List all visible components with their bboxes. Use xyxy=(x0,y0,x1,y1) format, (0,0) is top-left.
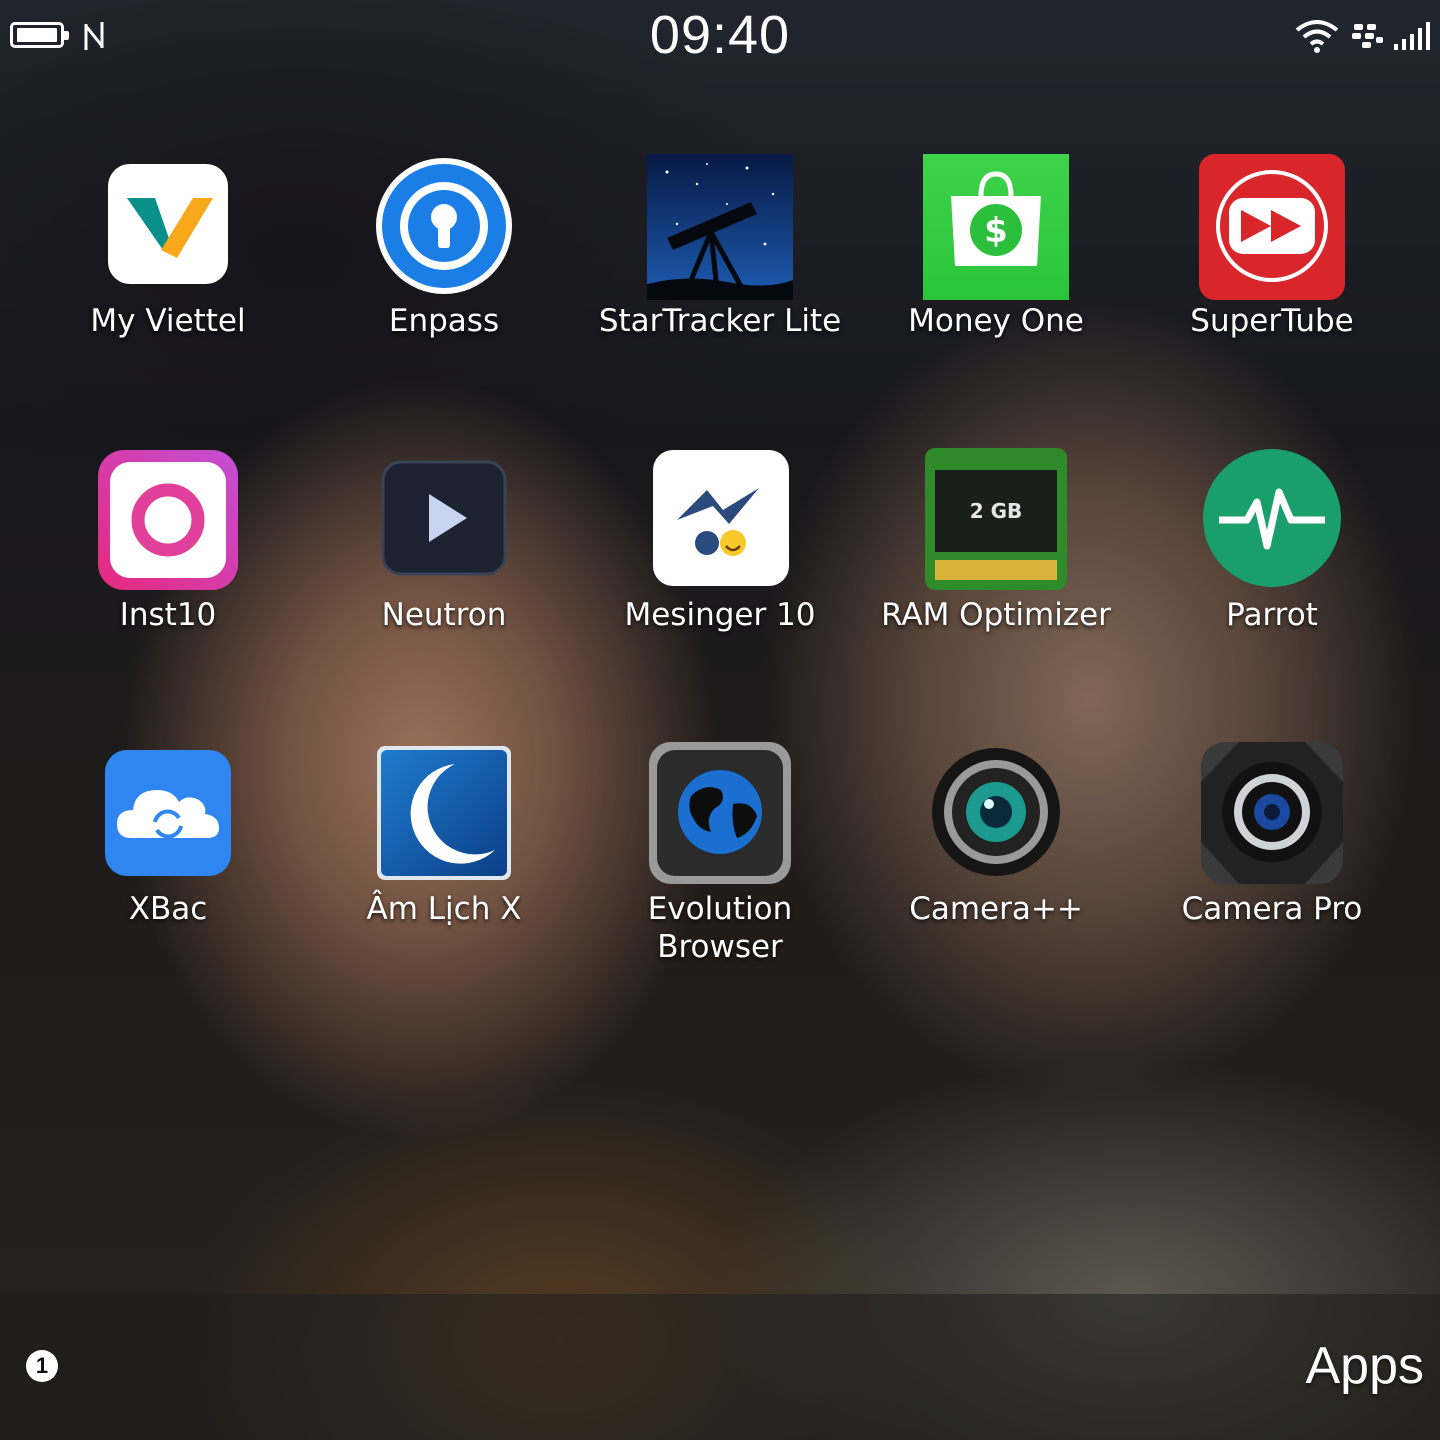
memory-chip-icon: 2 GB xyxy=(925,448,1067,590)
chip-label: 2 GB xyxy=(970,499,1023,523)
viettel-icon xyxy=(108,164,228,284)
app-label: Camera++ xyxy=(909,891,1083,927)
waveform-icon xyxy=(1203,449,1341,587)
app-label: StarTracker Lite xyxy=(598,303,842,339)
app-label: XBac xyxy=(128,891,208,927)
moon-icon xyxy=(377,746,511,880)
camera-lens-icon xyxy=(932,748,1060,876)
app-label: SuperTube xyxy=(1190,303,1354,339)
globe-icon xyxy=(649,742,791,884)
app-label: Mesinger 10 xyxy=(624,597,816,633)
app-label: Inst10 xyxy=(119,597,217,633)
bottom-bar xyxy=(0,1294,1440,1440)
app-label: Parrot xyxy=(1226,597,1318,633)
camera-lens-icon xyxy=(1201,742,1343,884)
messenger-icon xyxy=(653,450,789,586)
shopping-bag-icon: $ xyxy=(923,154,1069,300)
camera-ring-icon xyxy=(98,450,238,590)
clock: 09:40 xyxy=(649,5,791,65)
blackberry-icon xyxy=(1352,24,1383,48)
app-label: Evolution Browser xyxy=(647,891,793,965)
app-label: Neutron xyxy=(381,597,507,633)
svg-text:$: $ xyxy=(984,211,1008,251)
status-bar[interactable]: 09:40 xyxy=(0,0,1440,76)
app-label: Enpass xyxy=(388,303,500,339)
play-icon xyxy=(381,460,507,576)
app-label: Âm Lịch X xyxy=(366,891,522,927)
app-label: RAM Optimizer xyxy=(881,597,1111,633)
nfc-icon xyxy=(84,22,104,50)
battery-icon xyxy=(10,22,69,48)
telescope-icon xyxy=(647,154,793,300)
play-forward-icon xyxy=(1199,154,1345,300)
cloud-sync-icon xyxy=(105,750,231,876)
notification-badge[interactable]: 1 xyxy=(26,1350,58,1382)
page-title: Apps xyxy=(1305,1337,1424,1395)
app-label: Camera Pro xyxy=(1181,891,1363,927)
enpass-icon xyxy=(376,158,512,294)
app-label: Money One xyxy=(908,303,1084,339)
wifi-icon xyxy=(1295,20,1339,53)
app-label: My Viettel xyxy=(90,303,246,339)
signal-icon xyxy=(1394,22,1430,50)
